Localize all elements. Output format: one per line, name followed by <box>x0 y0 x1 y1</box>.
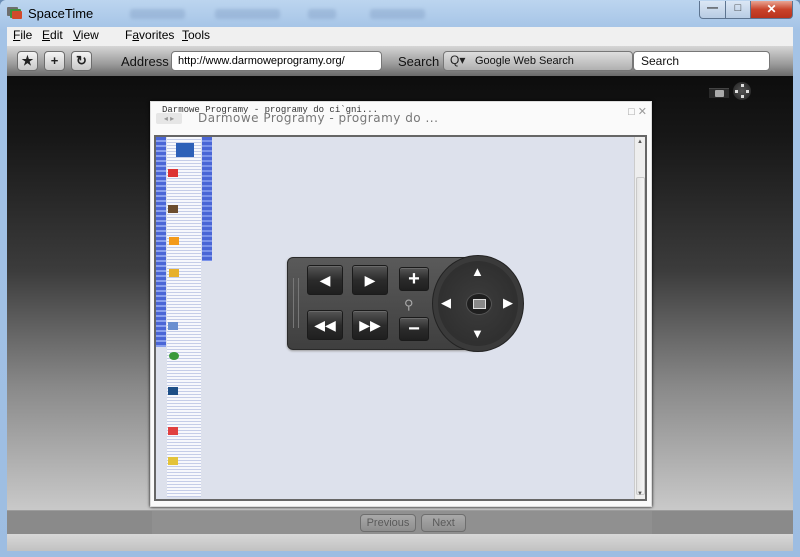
next-button[interactable]: Next <box>421 514 466 532</box>
background-blur <box>215 9 280 19</box>
mini-left-icon <box>735 90 738 93</box>
mini-down-icon <box>741 95 744 98</box>
spacetime-stage: Darmowe Programy - programy do ci`gni...… <box>7 76 793 510</box>
mini-up-icon <box>741 84 744 87</box>
snapshot-button[interactable] <box>709 88 729 98</box>
thumbnail-image <box>176 143 194 157</box>
scroll-down-icon[interactable]: ▼ <box>635 491 645 497</box>
page-card[interactable]: Darmowe Programy - programy do ci`gni...… <box>150 101 652 507</box>
card-nav-arrows[interactable]: ◂ ▸ <box>156 113 182 124</box>
zoom-in-button[interactable]: + <box>399 267 429 291</box>
camera-icon <box>715 90 724 97</box>
fast-forward-button[interactable]: ▶▶ <box>352 310 388 340</box>
menu-edit-accel: E <box>42 28 51 42</box>
move-right-button[interactable]: ▶ <box>503 295 513 311</box>
move-up-button[interactable]: ▲ <box>471 264 484 279</box>
center-view-button[interactable] <box>466 293 492 315</box>
mini-navigator[interactable] <box>733 82 751 100</box>
thumbnail-image <box>169 352 179 360</box>
menu-file-label: ile <box>20 28 33 42</box>
minimize-icon: — <box>707 2 718 14</box>
move-left-button[interactable]: ◀ <box>441 295 451 311</box>
maximize-button[interactable]: □ <box>725 1 751 19</box>
menu-favorites[interactable]: Favorites <box>125 28 174 42</box>
thumbnail-left-column <box>156 137 166 347</box>
background-blur <box>130 9 185 19</box>
refresh-icon: ↻ <box>76 53 87 68</box>
previous-page-button[interactable]: ◀ <box>307 265 343 295</box>
minus-icon: − <box>408 318 420 340</box>
rewind-icon: ◀◀ <box>314 317 336 333</box>
screen-icon <box>473 299 486 309</box>
background-blur <box>308 9 336 19</box>
page-preview[interactable]: ▲ ▼ ◀ ▶ ◀◀ ▶▶ + ⚲ − ▲ ▼ ◀ ▶ <box>154 135 647 501</box>
navigation-panel: ◀ ▶ ◀◀ ▶▶ + ⚲ − ▲ ▼ ◀ ▶ <box>287 255 524 352</box>
card-title: Darmowe Programy - programy do ... <box>198 111 439 125</box>
mini-right-icon <box>746 90 749 93</box>
menu-view-accel: V <box>73 28 81 42</box>
menu-view[interactable]: View <box>73 28 99 42</box>
thumbnail-image <box>168 457 178 465</box>
maximize-icon: □ <box>734 2 742 14</box>
favorite-button[interactable]: ★ <box>17 51 38 71</box>
thumbnail-content <box>167 137 201 497</box>
thumbnail-image <box>168 169 178 177</box>
app-icon <box>7 7 22 19</box>
toolbar: ★ + ↻ Address http://www.darmoweprogramy… <box>7 46 793 76</box>
thumbnail-image <box>168 387 178 395</box>
address-input[interactable]: http://www.darmoweprogramy.org/ <box>171 51 382 71</box>
menu-bar: File Edit View Favorites Tools <box>7 27 793 47</box>
panel-grip[interactable] <box>293 278 299 328</box>
directional-pad: ▲ ▼ ◀ ▶ <box>432 255 524 352</box>
search-label: Search <box>398 54 440 69</box>
zoom-out-button[interactable]: − <box>399 317 429 341</box>
menu-view-label: iew <box>80 28 99 42</box>
search-engine-selector[interactable]: Q▾ Google Web Search <box>443 51 633 71</box>
star-icon: ★ <box>21 53 34 68</box>
page-thumbnail <box>156 137 214 497</box>
menu-favorites-label: vorites <box>139 28 175 42</box>
bottom-navigation-bar: Previous Next <box>7 510 793 535</box>
search-engine-name: Google Web Search <box>475 55 574 67</box>
plus-icon: + <box>408 268 420 290</box>
rewind-button[interactable]: ◀◀ <box>307 310 343 340</box>
spacetime-window: SpaceTime — □ ✕ File Edit View Favorites… <box>0 0 800 557</box>
window-title: SpaceTime <box>28 6 94 21</box>
thumbnail-right-column <box>202 137 212 261</box>
status-bar <box>7 534 793 551</box>
next-page-button[interactable]: ▶ <box>352 265 388 295</box>
next-icon: ▶ <box>364 272 376 288</box>
thumbnail-image <box>168 427 178 435</box>
thumbnail-image <box>168 322 178 330</box>
thumbnail-image <box>169 237 179 245</box>
menu-edit-label: dit <box>50 28 63 42</box>
close-icon: ✕ <box>766 2 777 16</box>
menu-tools-label: ools <box>188 28 211 42</box>
minimize-button[interactable]: — <box>699 1 726 19</box>
refresh-button[interactable]: ↻ <box>71 51 92 71</box>
scroll-up-icon[interactable]: ▲ <box>635 139 645 145</box>
previous-button[interactable]: Previous <box>360 514 416 532</box>
add-button[interactable]: + <box>44 51 65 71</box>
vertical-scrollbar[interactable]: ▲ ▼ <box>634 137 645 499</box>
background-blur <box>370 9 425 19</box>
menu-edit[interactable]: Edit <box>42 28 63 42</box>
thumbnail-image <box>168 205 178 213</box>
card-window-icons[interactable]: □ ✕ <box>628 105 647 118</box>
fast-forward-icon: ▶▶ <box>359 317 381 333</box>
previous-icon: ◀ <box>319 272 331 288</box>
close-button[interactable]: ✕ <box>750 1 793 19</box>
search-input[interactable]: Search <box>633 51 770 71</box>
address-label: Address <box>121 54 169 69</box>
title-bar: SpaceTime — □ ✕ <box>0 0 800 27</box>
thumbnail-image <box>169 269 179 277</box>
menu-tools[interactable]: Tools <box>182 28 210 42</box>
menu-file[interactable]: File <box>13 28 32 42</box>
move-down-button[interactable]: ▼ <box>471 326 484 341</box>
magnifier-icon: ⚲ <box>404 297 414 312</box>
scrollbar-thumb[interactable] <box>636 177 645 495</box>
search-dropdown-icon: Q▾ <box>450 53 466 67</box>
plus-icon: + <box>50 53 59 68</box>
